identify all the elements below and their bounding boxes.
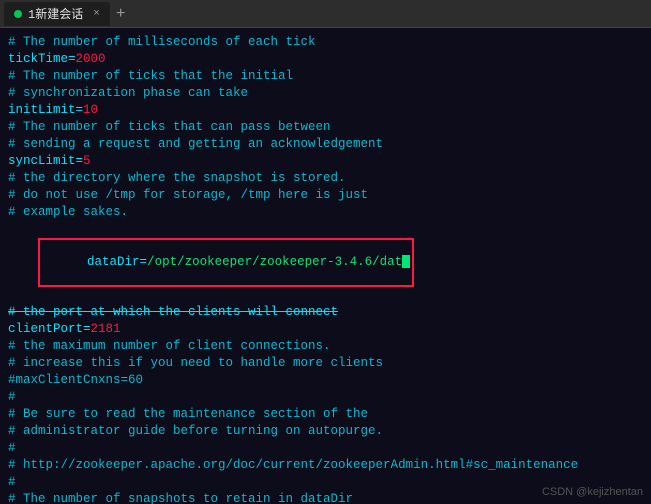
code-line-highlighted: dataDir=/opt/zookeeper/zookeeper-3.4.6/d…: [8, 221, 643, 304]
tab-add-icon[interactable]: +: [116, 6, 126, 22]
tab-dot: [14, 10, 22, 18]
code-line-19: # Be sure to read the maintenance sectio…: [8, 406, 643, 423]
code-line-7: # sending a request and getting an ackno…: [8, 136, 643, 153]
code-line-9: # the directory where the snapshot is st…: [8, 170, 643, 187]
code-line-16: # increase this if you need to handle mo…: [8, 355, 643, 372]
code-line-22: # http://zookeeper.apache.org/doc/curren…: [8, 457, 643, 474]
code-line-14: clientPort=2181: [8, 321, 643, 338]
code-line-5: initLimit=10: [8, 102, 643, 119]
code-line-2: tickTime=2000: [8, 51, 643, 68]
code-line-20: # administrator guide before turning on …: [8, 423, 643, 440]
tab-bar: 1新建会话 × +: [0, 0, 651, 28]
code-line-10: # do not use /tmp for storage, /tmp here…: [8, 187, 643, 204]
tab-close-icon[interactable]: ×: [93, 8, 100, 20]
watermark: CSDN @kejizhentan: [542, 486, 643, 498]
editor-area: # The number of milliseconds of each tic…: [0, 28, 651, 504]
code-line-11: # example sakes.: [8, 204, 643, 221]
code-line-4: # synchronization phase can take: [8, 85, 643, 102]
code-line-21: #: [8, 440, 643, 457]
code-line-3: # The number of ticks that the initial: [8, 68, 643, 85]
code-line-1: # The number of milliseconds of each tic…: [8, 34, 643, 51]
code-line-6: # The number of ticks that can pass betw…: [8, 119, 643, 136]
code-line-8: syncLimit=5: [8, 153, 643, 170]
tab-session[interactable]: 1新建会话 ×: [4, 2, 110, 26]
code-line-15: # the maximum number of client connectio…: [8, 338, 643, 355]
code-line-17: #maxClientCnxns=60: [8, 372, 643, 389]
tab-label: 1新建会话: [28, 5, 83, 22]
code-line-13: # the port at which the clients will con…: [8, 304, 643, 321]
code-line-18: #: [8, 389, 643, 406]
